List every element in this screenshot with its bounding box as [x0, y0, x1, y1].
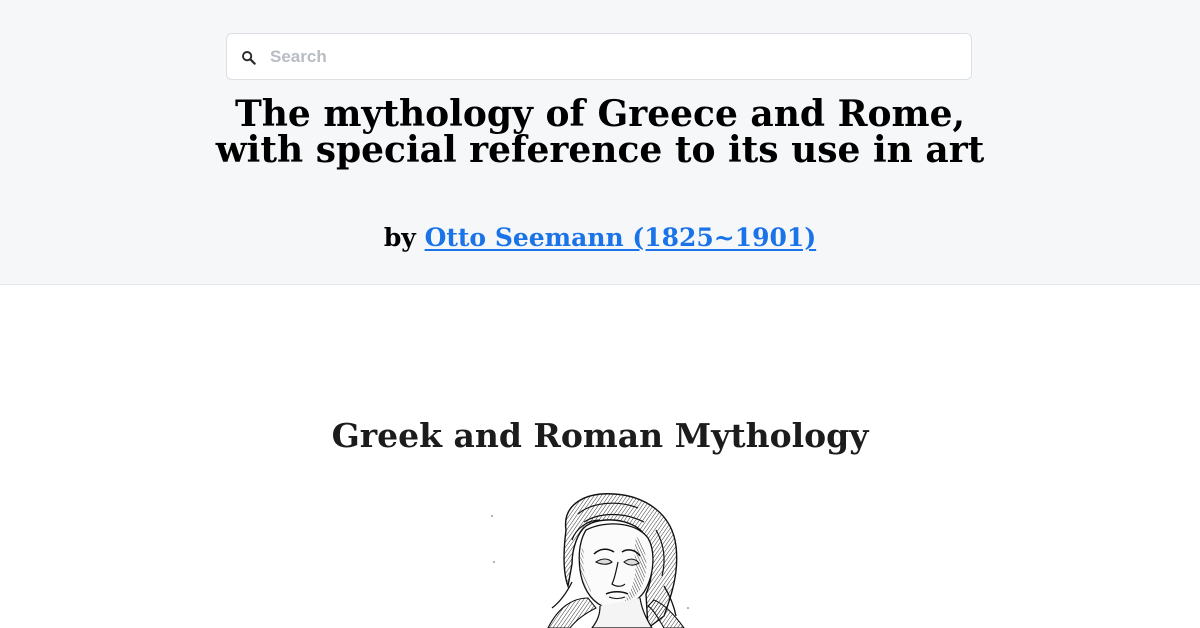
byline: by Otto Seemann (1825~1901)	[200, 222, 1000, 254]
book-header: The mythology of Greece and Rome, with s…	[0, 0, 1200, 285]
section-heading: Greek and Roman Mythology	[331, 416, 869, 455]
book-title: The mythology of Greece and Rome, with s…	[215, 93, 985, 171]
search-input[interactable]	[270, 34, 960, 79]
author-link[interactable]: Otto Seemann (1825~1901)	[425, 223, 817, 252]
by-label: by	[383, 223, 416, 252]
search-box[interactable]	[226, 33, 972, 80]
search-icon	[242, 51, 256, 65]
bust-illustration	[491, 493, 689, 628]
